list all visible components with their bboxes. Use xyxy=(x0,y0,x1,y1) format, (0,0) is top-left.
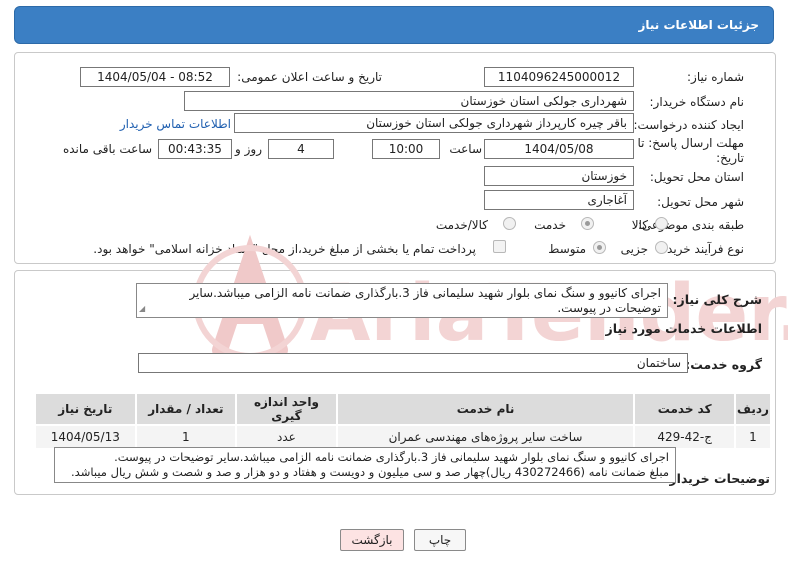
col-quantity: تعداد / مقدار xyxy=(134,392,238,426)
back-button[interactable]: بازگشت xyxy=(340,529,404,551)
print-button[interactable]: چاپ xyxy=(414,529,466,551)
services-table: ردیف کد خدمت نام خدمت واحد اندازه گیری ت… xyxy=(34,392,773,450)
deadline-label: مهلت ارسال پاسخ: تا تاریخ: xyxy=(637,136,744,165)
buyer-org-label: نام دستگاه خریدار: xyxy=(649,95,745,109)
cell-quantity: 1 xyxy=(134,424,238,450)
province-label: استان محل تحویل: xyxy=(649,170,744,184)
category-service-radio[interactable] xyxy=(581,217,594,230)
buyer-contact-link[interactable]: اطلاعات تماس خریدار xyxy=(120,117,231,131)
announce-datetime-field[interactable]: 1404/05/04 - 08:52 xyxy=(80,67,230,87)
table-row[interactable]: 1 ج-42-429 ساخت سایر پروژه‌های مهندسی عم… xyxy=(34,424,773,450)
province-field[interactable]: خوزستان xyxy=(484,166,634,186)
cell-service-code: ج-42-429 xyxy=(633,424,736,450)
announce-label: تاریخ و ساعت اعلان عمومی: xyxy=(237,70,382,84)
deadline-time-field[interactable]: 10:00 xyxy=(372,139,440,159)
process-medium-radio[interactable] xyxy=(593,241,606,254)
days-label: روز و xyxy=(235,142,262,156)
col-service-code: کد خدمت xyxy=(633,392,736,426)
buyer-notes-label: توضیحات خریدار: xyxy=(664,471,770,486)
process-label: نوع فرآیند خرید : xyxy=(659,242,744,256)
buyer-notes-line-1: اجرای کانیوو و سنگ نمای بلوار شهید سلیما… xyxy=(114,450,669,464)
cell-service-name: ساخت سایر پروژه‌های مهندسی عمران xyxy=(335,424,636,450)
creator-label: ایجاد کننده درخواست: xyxy=(633,118,744,132)
category-goods-radio[interactable] xyxy=(655,217,668,230)
summary-textarea[interactable]: اجرای کانیوو و سنگ نمای بلوار شهید سلیما… xyxy=(136,283,668,318)
need-number-label: شماره نیاز: xyxy=(687,70,744,84)
cell-need-date: 1404/05/13 xyxy=(34,424,137,450)
buyer-notes-textarea[interactable]: اجرای کانیوو و سنگ نمای بلوار شهید سلیما… xyxy=(54,447,676,483)
treasury-payment-checkbox[interactable] xyxy=(493,240,506,253)
col-need-date: تاریخ نیاز xyxy=(34,392,137,426)
page-title: جزئیات اطلاعات نیاز xyxy=(638,18,759,32)
time-remaining-field[interactable]: 00:43:35 xyxy=(158,139,232,159)
days-remaining-field[interactable]: 4 xyxy=(268,139,334,159)
category-service-label: خدمت xyxy=(534,218,566,232)
category-goods-service-label: کالا/خدمت xyxy=(435,218,488,232)
services-table-header: ردیف کد خدمت نام خدمت واحد اندازه گیری ت… xyxy=(34,392,773,426)
category-label: طبقه بندی موضوعی: xyxy=(637,218,744,232)
service-group-label: گروه خدمت: xyxy=(685,357,762,372)
page-header: جزئیات اطلاعات نیاز xyxy=(14,6,774,44)
time-remaining-label: ساعت باقی مانده xyxy=(62,142,152,156)
treasury-payment-note: پرداخت تمام یا بخشی از مبلغ خرید،از محل … xyxy=(93,242,476,256)
creator-field[interactable]: باقر چیره کارپرداز شهرداری جولکی استان خ… xyxy=(234,113,634,133)
col-service-name: نام خدمت xyxy=(335,392,636,426)
resize-grip-icon[interactable]: ◢ xyxy=(139,301,145,316)
process-medium-label: متوسط xyxy=(548,242,586,256)
process-minor-label: جزیی xyxy=(620,242,648,256)
buyer-org-field[interactable]: شهرداری جولکی استان خوزستان xyxy=(184,91,634,111)
category-goods-label: کالا xyxy=(631,218,648,232)
process-minor-radio[interactable] xyxy=(655,241,668,254)
deadline-time-label: ساعت xyxy=(449,142,482,156)
buyer-notes-line-2: مبلغ ضمانت نامه (430272466 ریال)چهار صد … xyxy=(71,465,669,479)
col-row-number: ردیف xyxy=(733,392,773,426)
deadline-date-field[interactable]: 1404/05/08 xyxy=(484,139,634,159)
service-group-field[interactable]: ساختمان xyxy=(138,353,688,373)
services-section-title: اطلاعات خدمات مورد نیاز xyxy=(605,321,763,336)
city-field[interactable]: آغاجاری xyxy=(484,190,634,210)
category-goods-service-radio[interactable] xyxy=(503,217,516,230)
need-number-field[interactable]: 1104096245000012 xyxy=(484,67,634,87)
summary-label: شرح کلی نیاز: xyxy=(672,292,762,307)
summary-text: اجرای کانیوو و سنگ نمای بلوار شهید سلیما… xyxy=(189,286,661,315)
city-label: شهر محل تحویل: xyxy=(657,195,744,209)
col-unit: واحد اندازه گیری xyxy=(235,392,338,426)
cell-row-number: 1 xyxy=(733,424,773,450)
cell-unit: عدد xyxy=(235,424,338,450)
